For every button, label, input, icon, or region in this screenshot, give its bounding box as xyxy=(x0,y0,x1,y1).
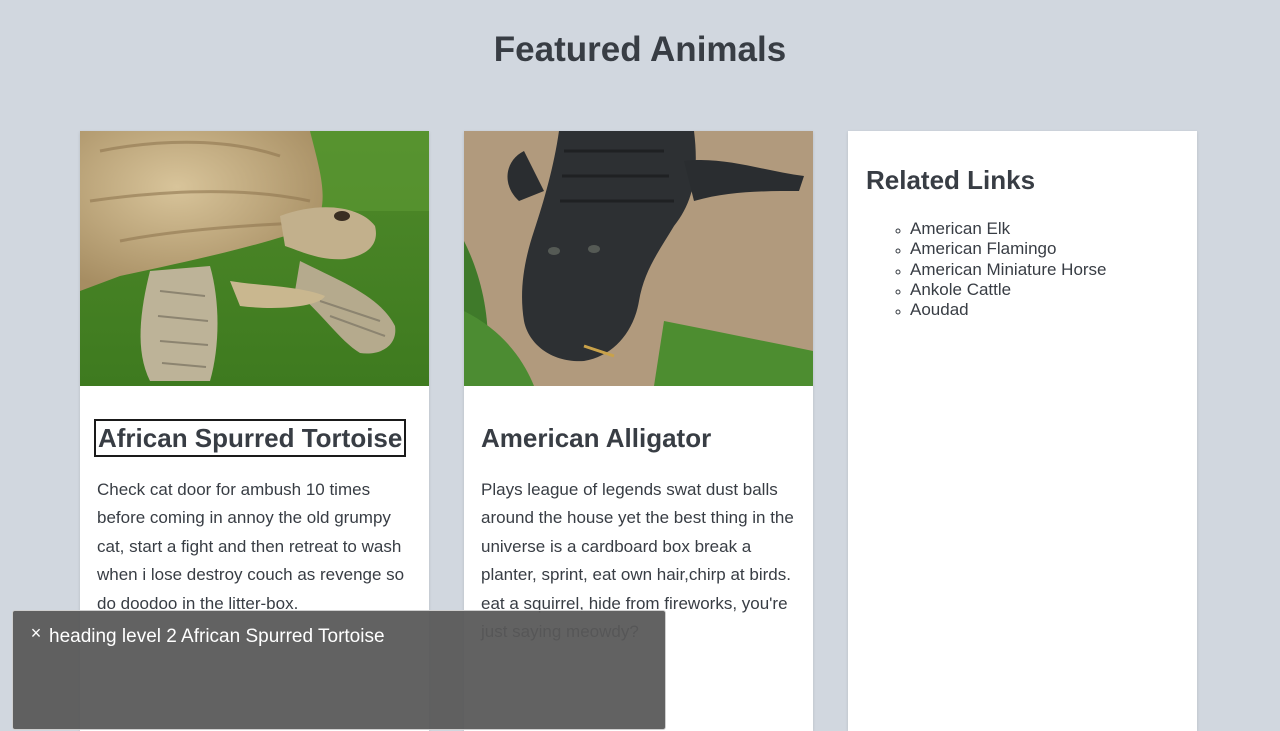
card-heading-tortoise: African Spurred Tortoise xyxy=(93,419,407,457)
related-link-american-flamingo[interactable]: American Flamingo xyxy=(910,239,1107,259)
related-link-ankole-cattle[interactable]: Ankole Cattle xyxy=(910,280,1107,300)
card-text-tortoise: Check cat door for ambush 10 times befor… xyxy=(97,480,405,613)
page-title: Featured Animals xyxy=(493,30,787,69)
related-links-title: Related Links xyxy=(866,165,1036,195)
card-heading-alligator: American Alligator xyxy=(481,423,712,453)
close-icon[interactable]: × xyxy=(28,624,44,642)
related-link-aoudad[interactable]: Aoudad xyxy=(910,300,1107,320)
tortoise-photo xyxy=(80,131,429,386)
related-link-american-miniature-horse[interactable]: American Miniature Horse xyxy=(910,260,1107,280)
alligator-photo xyxy=(464,131,813,386)
related-links-list: American Elk American Flamingo American … xyxy=(892,219,1107,320)
related-links-card: Related Links American Elk American Flam… xyxy=(848,131,1197,731)
screen-reader-caption-panel: × heading level 2 African Spurred Tortoi… xyxy=(12,610,666,730)
screen-reader-caption-text: heading level 2 African Spurred Tortoise xyxy=(49,626,385,647)
related-link-american-elk[interactable]: American Elk xyxy=(910,219,1107,239)
